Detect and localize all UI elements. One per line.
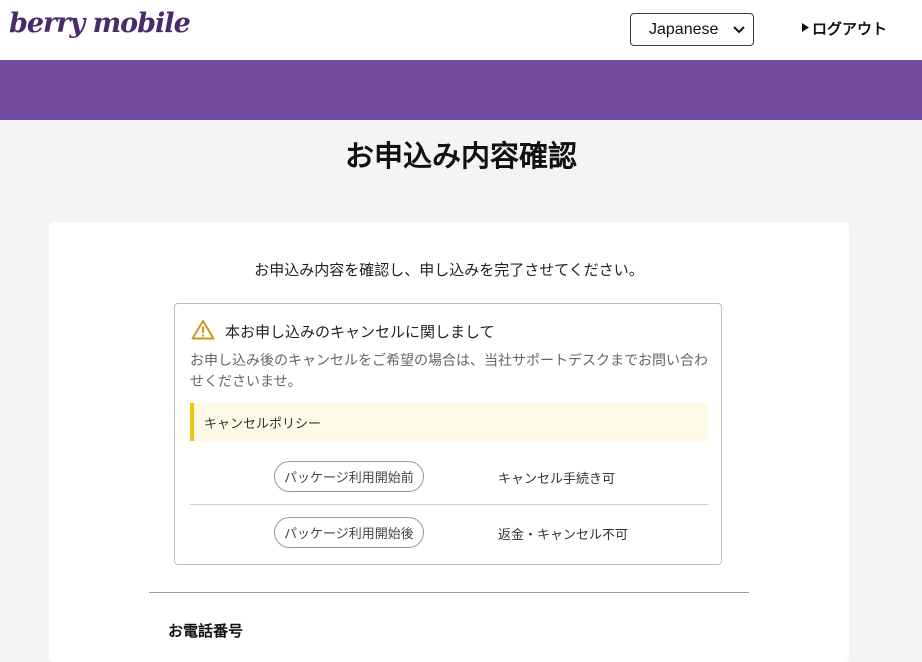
cancellation-notice: 本お申し込みのキャンセルに関しまして お申し込み後のキャンセルをご希望の場合は、… [174, 303, 722, 565]
intro-text: お申込み内容を確認し、申し込みを完了させてください。 [254, 261, 644, 279]
language-selected-value: Japanese [649, 20, 719, 38]
section-divider [149, 592, 749, 593]
language-select[interactable]: Japanese [630, 13, 754, 46]
page-title: お申込み内容確認 [344, 139, 577, 173]
phone-number-label: お電話番号 [168, 622, 244, 640]
confirmation-card: お申込み内容を確認し、申し込みを完了させてください。 本お申し込みのキャンセルに… [49, 222, 849, 662]
warning-icon [191, 319, 215, 344]
policy-row: パッケージ利用開始前 キャンセル手続き可 [190, 453, 708, 505]
notice-body: お申し込み後のキャンセルをご希望の場合は、当社サポートデスクまでお問い合わせくだ… [190, 353, 708, 390]
notice-heading-text: 本お申し込みのキャンセルに関しまして [225, 323, 495, 341]
site-header: berry mobile Japanese ログアウト [0, 0, 922, 60]
policy-row: パッケージ利用開始後 返金・キャンセル不可 [190, 509, 708, 559]
policy-stage-badge: パッケージ利用開始前 [274, 461, 424, 492]
purple-banner [0, 60, 922, 120]
policy-title: キャンセルポリシー [190, 403, 708, 441]
policy-status: 返金・キャンセル不可 [498, 528, 629, 543]
triangle-right-icon [802, 22, 809, 35]
brand-logo[interactable]: berry mobile [9, 8, 191, 39]
notice-heading: 本お申し込みのキャンセルに関しまして [191, 319, 495, 344]
policy-status: キャンセル手続き可 [498, 472, 616, 487]
logout-label: ログアウト [812, 20, 888, 38]
logout-link[interactable]: ログアウト [802, 18, 887, 39]
policy-stage-badge: パッケージ利用開始後 [274, 517, 424, 548]
chevron-down-icon [733, 23, 745, 37]
